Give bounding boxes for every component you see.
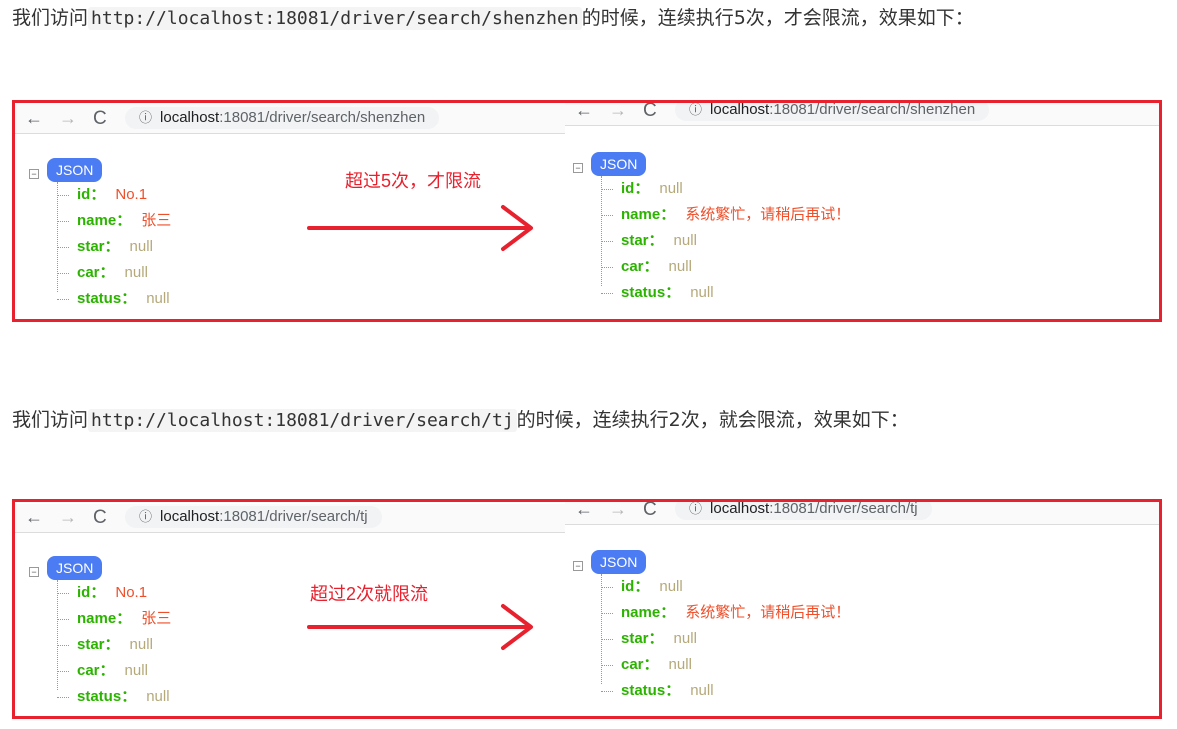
url-path: :18081/driver/search/shenzhen (769, 101, 976, 118)
paragraph-text-after: 的时候，连续执行5次，才会限流，效果如下： (581, 7, 974, 29)
reload-icon: C (93, 507, 107, 528)
json-value: null (146, 290, 170, 307)
arrow-label: 超过5次，才限流 (345, 171, 482, 191)
forward-icon: → (609, 100, 627, 120)
json-value: 张三 (141, 610, 172, 627)
screenshot-frame-2: ← → C ⓘ localhost:18081/driver/search/tj … (12, 499, 1162, 719)
json-row: name： 张三 (57, 606, 171, 632)
red-arrow-icon (307, 604, 533, 650)
json-row: id： null (601, 574, 683, 600)
red-arrow-icon (307, 205, 533, 251)
url-host: localhost (160, 508, 220, 525)
paragraph-2: 我们访问 http://localhost:18081/driver/search… (12, 404, 1162, 437)
json-badge: JSON (591, 152, 647, 176)
browser-pane-right: ← → C ⓘ localhost:18081/driver/search/she… (565, 103, 1159, 319)
json-value: null (690, 284, 714, 301)
json-row: car： null (57, 260, 148, 286)
address-bar: ← → C ⓘ localhost:18081/driver/search/she… (15, 105, 565, 134)
json-row: car： null (601, 254, 692, 280)
json-row: star： null (601, 228, 697, 254)
json-value: null (690, 682, 714, 699)
json-row: star： null (601, 626, 697, 652)
json-value: null (129, 238, 153, 255)
url-host: localhost (710, 101, 770, 118)
json-row: car： null (57, 658, 148, 684)
back-icon: ← (25, 507, 43, 527)
browser-pane-right: ← → C ⓘ localhost:18081/driver/search/tj … (565, 502, 1159, 716)
url-code: http://localhost:18081/driver/search/tj (88, 409, 517, 432)
collapse-toggle-icon: − (29, 169, 39, 179)
json-value: null (668, 656, 692, 673)
url-field: ⓘ localhost:18081/driver/search/shenzhen (675, 101, 990, 121)
url-host: localhost (710, 500, 770, 517)
url-host: localhost (160, 109, 220, 126)
json-row: status： null (57, 286, 170, 312)
forward-icon: → (59, 507, 77, 527)
url-code: http://localhost:18081/driver/search/she… (88, 7, 582, 30)
json-value: 张三 (141, 212, 172, 229)
reload-icon: C (643, 499, 657, 520)
forward-icon: → (59, 108, 77, 128)
json-badge: JSON (47, 158, 103, 182)
url-path: :18081/driver/search/tj (219, 508, 368, 525)
json-value: 系统繁忙，请稍后再试！ (685, 206, 851, 223)
json-row: status： null (57, 684, 170, 710)
info-icon: ⓘ (689, 501, 703, 516)
json-value: 系统繁忙，请稍后再试！ (685, 604, 851, 621)
paragraph-text-before: 我们访问 (12, 409, 89, 431)
json-value: null (659, 578, 683, 595)
paragraph-1: 我们访问 http://localhost:18081/driver/search… (12, 2, 1162, 35)
json-badge: JSON (591, 550, 647, 574)
json-value: No.1 (115, 186, 148, 203)
json-value: null (668, 258, 692, 275)
json-row: id： No.1 (57, 580, 147, 606)
json-value: null (673, 232, 697, 249)
url-path: :18081/driver/search/tj (769, 500, 918, 517)
back-icon: ← (25, 108, 43, 128)
forward-icon: → (609, 499, 627, 519)
json-row: car： null (601, 652, 692, 678)
reload-icon: C (93, 108, 107, 129)
info-icon: ⓘ (689, 102, 703, 117)
json-row: status： null (601, 678, 714, 704)
reload-icon: C (643, 100, 657, 121)
json-row: star： null (57, 234, 153, 260)
json-row: star： null (57, 632, 153, 658)
paragraph-text-after: 的时候，连续执行2次，就会限流，效果如下： (516, 409, 909, 431)
back-icon: ← (575, 499, 593, 519)
screenshot-frame-1: ← → C ⓘ localhost:18081/driver/search/she… (12, 100, 1162, 322)
json-value: null (129, 636, 153, 653)
json-row: name： 系统繁忙，请稍后再试！ (601, 600, 850, 626)
url-field: ⓘ localhost:18081/driver/search/tj (125, 506, 382, 528)
json-badge: JSON (47, 556, 103, 580)
address-bar: ← → C ⓘ localhost:18081/driver/search/tj (565, 499, 1159, 525)
url-field: ⓘ localhost:18081/driver/search/tj (675, 500, 932, 520)
browser-pane-left: ← → C ⓘ localhost:18081/driver/search/she… (15, 103, 565, 319)
collapse-toggle-icon: − (29, 567, 39, 577)
collapse-toggle-icon: − (573, 561, 583, 571)
json-value: null (124, 662, 148, 679)
address-bar: ← → C ⓘ localhost:18081/driver/search/tj (15, 504, 565, 533)
address-bar: ← → C ⓘ localhost:18081/driver/search/she… (565, 100, 1159, 126)
paragraph-text-before: 我们访问 (12, 7, 89, 29)
browser-pane-left: ← → C ⓘ localhost:18081/driver/search/tj … (15, 502, 565, 716)
collapse-toggle-icon: − (573, 163, 583, 173)
json-value: null (659, 180, 683, 197)
info-icon: ⓘ (139, 509, 153, 524)
json-value: null (673, 630, 697, 647)
info-icon: ⓘ (139, 110, 153, 125)
json-row: id： No.1 (57, 182, 147, 208)
back-icon: ← (575, 100, 593, 120)
json-value: null (124, 264, 148, 281)
json-row: id： null (601, 176, 683, 202)
json-value: null (146, 688, 170, 705)
json-row: name： 张三 (57, 208, 171, 234)
url-path: :18081/driver/search/shenzhen (219, 109, 426, 126)
json-row: status： null (601, 280, 714, 306)
json-value: No.1 (115, 584, 148, 601)
json-row: name： 系统繁忙，请稍后再试！ (601, 202, 850, 228)
url-field: ⓘ localhost:18081/driver/search/shenzhen (125, 107, 440, 129)
